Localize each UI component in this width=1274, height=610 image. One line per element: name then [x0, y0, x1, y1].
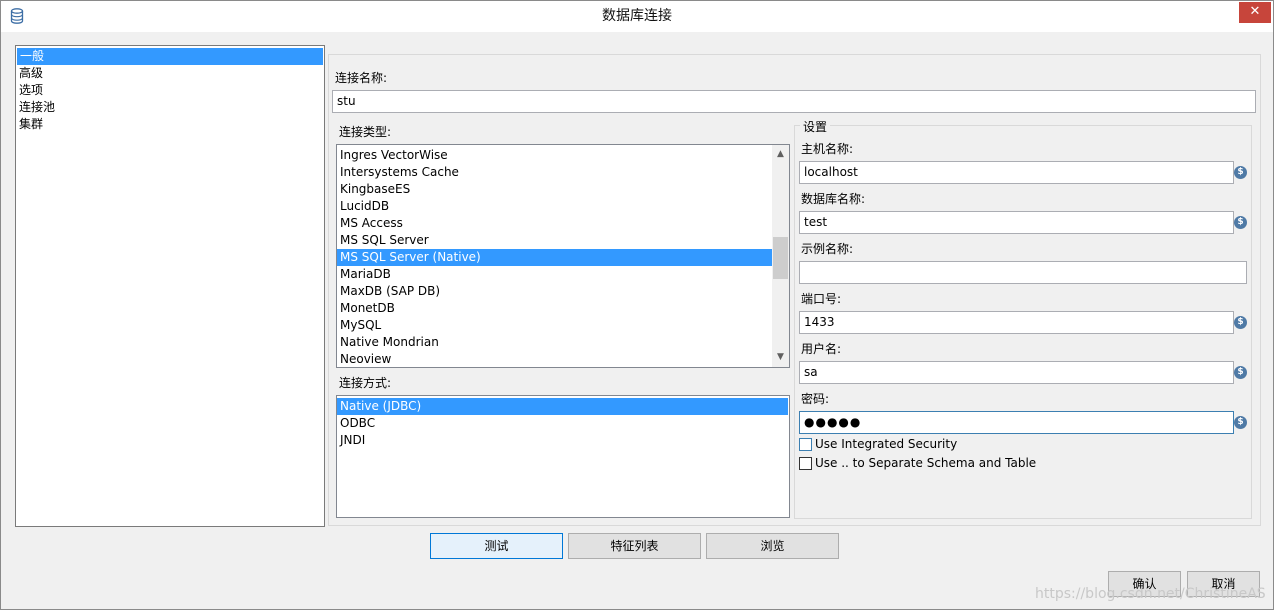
nav-item-pooling[interactable]: 连接池 — [16, 99, 324, 116]
nav-item-options[interactable]: 选项 — [16, 82, 324, 99]
vertical-scrollbar[interactable]: ▲ ▼ — [772, 145, 789, 367]
instance-name-label: 示例名称: — [801, 242, 854, 256]
explore-button[interactable]: 浏览 — [706, 533, 839, 559]
watermark-text: https://blog.csdn.net/ChristineAS — [1035, 586, 1266, 602]
variable-icon[interactable]: $ — [1234, 416, 1247, 429]
list-item[interactable]: MySQL — [337, 317, 772, 334]
scroll-up-icon[interactable]: ▲ — [772, 146, 789, 163]
list-item[interactable]: MonetDB — [337, 300, 772, 317]
access-method-label: 连接方式: — [339, 376, 392, 390]
category-list[interactable]: 一般 高级 选项 连接池 集群 — [15, 45, 325, 527]
list-item[interactable]: Neoview — [337, 351, 772, 367]
integrated-security-label: Use Integrated Security — [815, 437, 958, 451]
connection-type-label: 连接类型: — [339, 125, 392, 139]
nav-item-general[interactable]: 一般 — [17, 48, 323, 65]
nav-item-advanced[interactable]: 高级 — [16, 65, 324, 82]
list-item[interactable]: Native Mondrian — [337, 334, 772, 351]
nav-item-clustering[interactable]: 集群 — [16, 116, 324, 133]
separate-schema-checkbox[interactable] — [799, 457, 812, 470]
integrated-security-checkbox[interactable] — [799, 438, 812, 451]
database-name-input[interactable]: test — [799, 211, 1234, 234]
connection-name-label: 连接名称: — [335, 71, 388, 85]
password-input[interactable]: ●●●●● — [799, 411, 1234, 434]
list-item[interactable]: MS SQL Server — [337, 232, 772, 249]
port-label: 端口号: — [801, 292, 842, 306]
connection-name-input[interactable]: stu — [332, 90, 1256, 113]
close-button[interactable]: ✕ — [1239, 2, 1271, 23]
variable-icon[interactable]: $ — [1234, 366, 1247, 379]
list-item[interactable]: Intersystems Cache — [337, 164, 772, 181]
username-input[interactable]: sa — [799, 361, 1234, 384]
list-item[interactable]: MS Access — [337, 215, 772, 232]
port-input[interactable]: 1433 — [799, 311, 1234, 334]
list-item[interactable]: JNDI — [337, 432, 789, 449]
database-name-label: 数据库名称: — [801, 192, 866, 206]
feature-list-button[interactable]: 特征列表 — [568, 533, 701, 559]
list-item[interactable]: Ingres VectorWise — [337, 147, 772, 164]
list-item[interactable]: MariaDB — [337, 266, 772, 283]
variable-icon[interactable]: $ — [1234, 166, 1247, 179]
instance-name-input[interactable] — [799, 261, 1247, 284]
database-connection-dialog: 数据库连接 ✕ 一般 高级 选项 连接池 集群 连接名称: stu 连接类型: … — [0, 0, 1274, 610]
scroll-down-icon[interactable]: ▼ — [772, 349, 789, 366]
list-item[interactable]: MaxDB (SAP DB) — [337, 283, 772, 300]
password-label: 密码: — [801, 392, 830, 406]
window-title: 数据库连接 — [602, 8, 672, 24]
variable-icon[interactable]: $ — [1234, 316, 1247, 329]
list-item-selected[interactable]: MS SQL Server (Native) — [337, 249, 772, 266]
access-method-list[interactable]: Native (JDBC) ODBC JNDI — [336, 395, 790, 518]
list-item-selected[interactable]: Native (JDBC) — [337, 398, 788, 415]
scrollbar-thumb[interactable] — [773, 237, 788, 279]
separate-schema-label: Use .. to Separate Schema and Table — [815, 456, 1037, 470]
title-bar[interactable]: 数据库连接 ✕ — [1, 1, 1273, 32]
list-item[interactable]: LucidDB — [337, 198, 772, 215]
host-label: 主机名称: — [801, 142, 854, 156]
username-label: 用户名: — [801, 342, 842, 356]
variable-icon[interactable]: $ — [1234, 216, 1247, 229]
list-item[interactable]: KingbaseES — [337, 181, 772, 198]
connection-type-list[interactable]: Ingres VectorWise Intersystems Cache Kin… — [336, 144, 790, 368]
test-button[interactable]: 测试 — [430, 533, 563, 559]
host-input[interactable]: localhost — [799, 161, 1234, 184]
list-item[interactable]: ODBC — [337, 415, 789, 432]
settings-group-title: 设置 — [800, 118, 831, 135]
